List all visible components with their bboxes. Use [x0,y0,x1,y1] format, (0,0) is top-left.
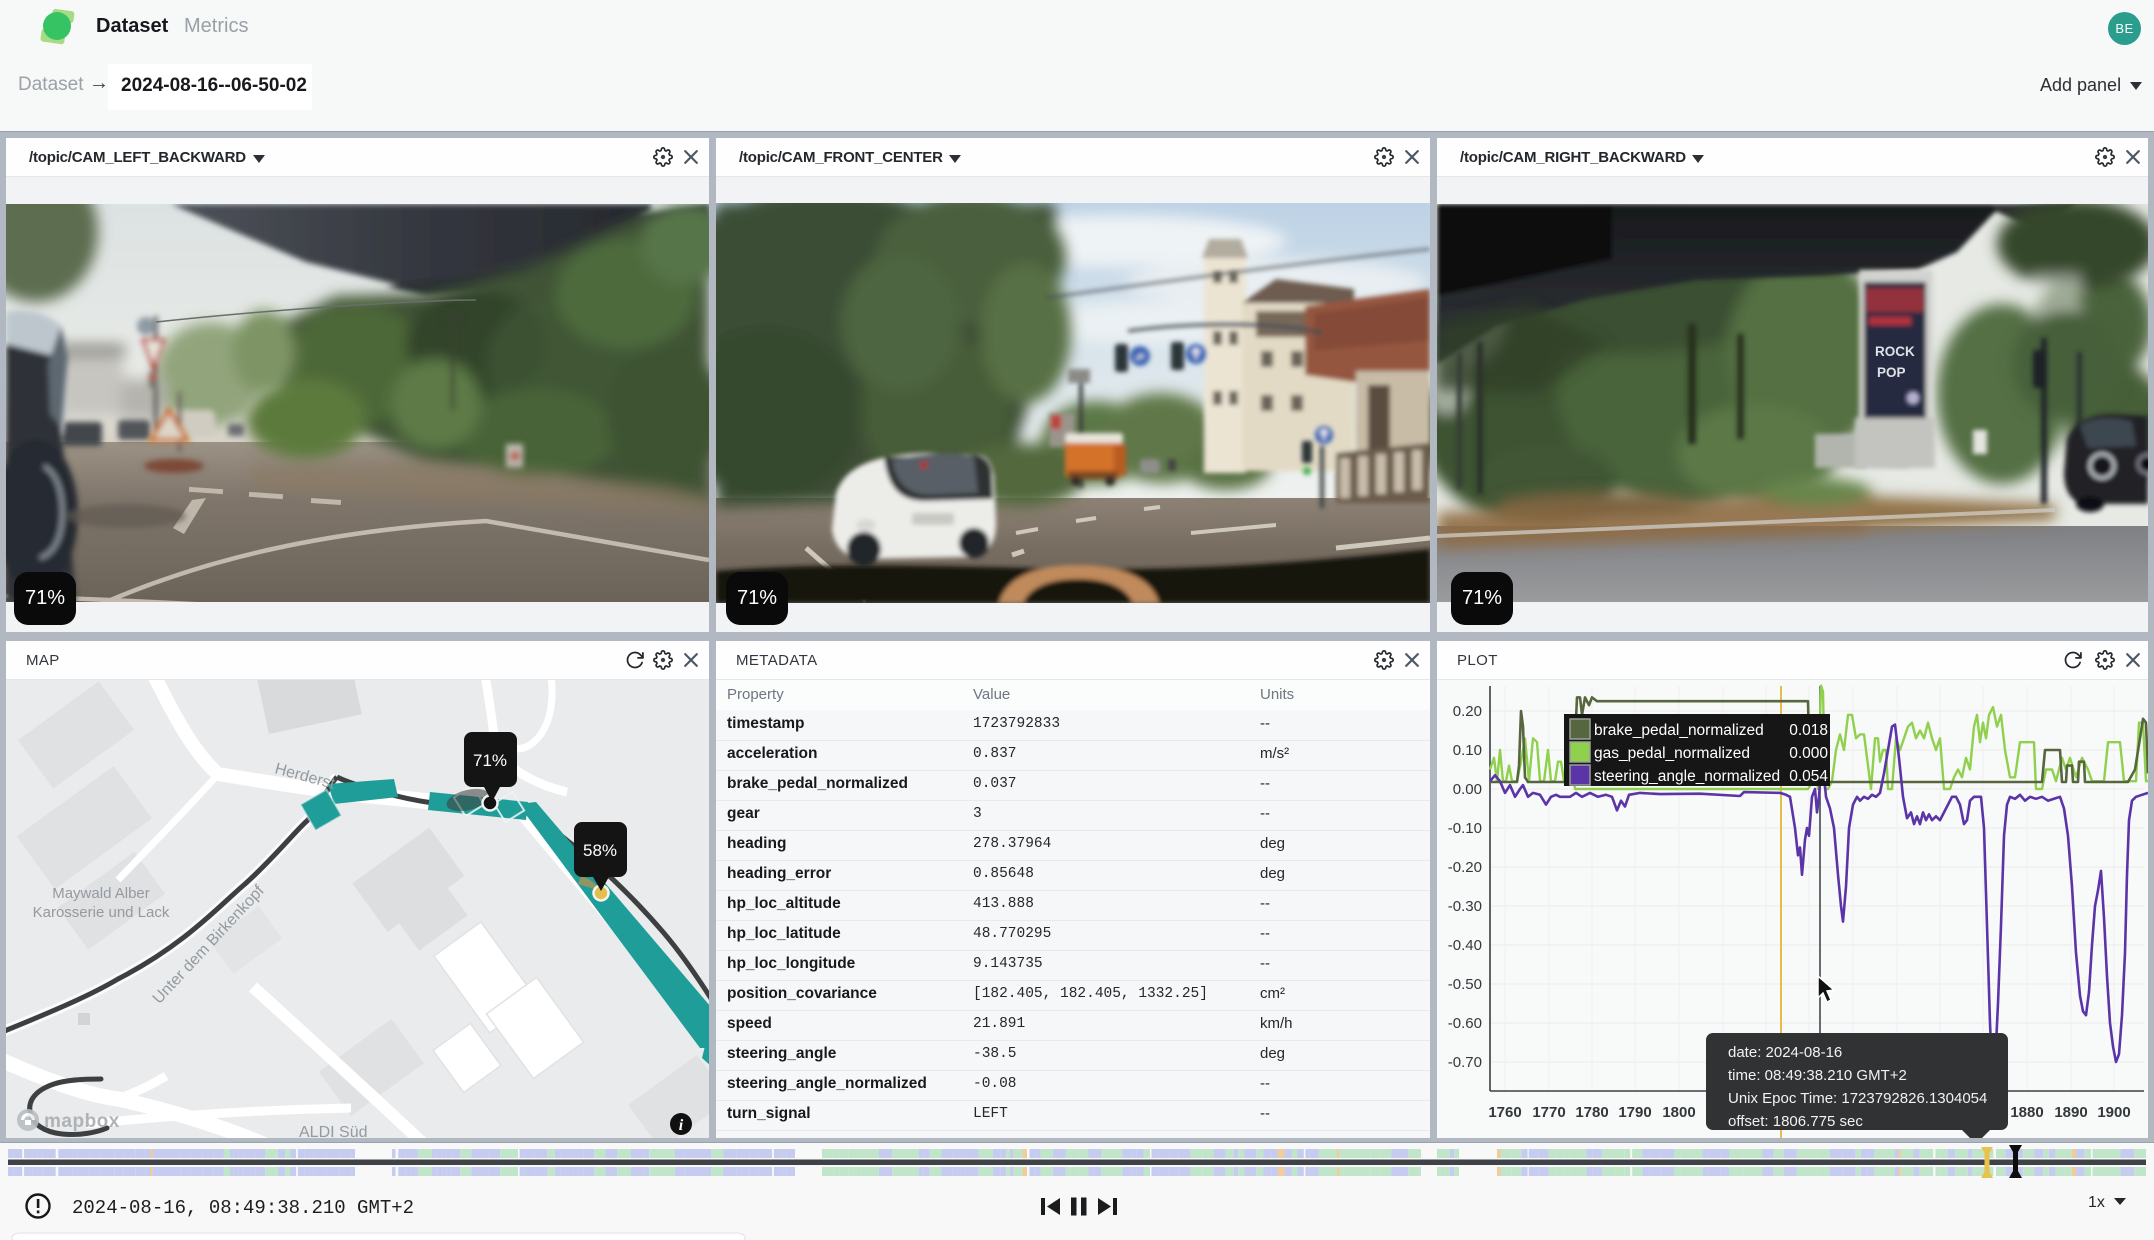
svg-text:71%: 71% [473,751,507,770]
svg-text:-0.60: -0.60 [1448,1015,1482,1032]
svg-text:brake_pedal_normalized: brake_pedal_normalized [1594,722,1764,739]
svg-text:-0.30: -0.30 [1448,898,1482,915]
svg-text:1790: 1790 [1618,1104,1651,1121]
svg-text:gas_pedal_normalized: gas_pedal_normalized [1594,745,1750,762]
svg-text:-0.10: -0.10 [1448,820,1482,837]
svg-text:0.00: 0.00 [1453,781,1482,798]
svg-text:Maywald Alber: Maywald Alber [52,885,150,902]
svg-text:-0.40: -0.40 [1448,937,1482,954]
svg-text:0.054: 0.054 [1789,768,1828,785]
svg-text:1900: 1900 [2097,1104,2130,1121]
svg-text:i: i [679,1117,684,1134]
svg-text:mapbox: mapbox [44,1111,120,1132]
svg-text:1760: 1760 [1488,1104,1521,1121]
svg-text:POP: POP [1877,365,1906,380]
svg-text:0.10: 0.10 [1453,742,1482,759]
svg-text:0.000: 0.000 [1789,745,1828,762]
svg-text:0.018: 0.018 [1789,722,1828,739]
svg-text:2024-08-16, 08:49:38.210 GMT+2: 2024-08-16, 08:49:38.210 GMT+2 [72,1197,414,1219]
svg-text:1880: 1880 [2010,1104,2043,1121]
svg-text:-0.50: -0.50 [1448,976,1482,993]
svg-text:0.20: 0.20 [1453,703,1482,720]
svg-text:offset: 1806.775 sec: offset: 1806.775 sec [1728,1113,1863,1130]
svg-text:ALDI Süd: ALDI Süd [299,1124,367,1138]
svg-text:Karosserie und Lack: Karosserie und Lack [33,904,170,921]
svg-text:1770: 1770 [1532,1104,1565,1121]
svg-text:time: 08:49:38.210 GMT+2: time: 08:49:38.210 GMT+2 [1728,1067,1907,1084]
svg-text:58%: 58% [583,841,617,860]
svg-text:1890: 1890 [2054,1104,2087,1121]
svg-text:1x: 1x [2088,1194,2105,1211]
svg-text:Unix Epoc Time: 1723792826.130: Unix Epoc Time: 1723792826.1304054 [1728,1090,1987,1107]
svg-text:date: 2024-08-16: date: 2024-08-16 [1728,1044,1842,1061]
svg-text:1780: 1780 [1575,1104,1608,1121]
svg-text:steering_angle_normalized: steering_angle_normalized [1594,768,1780,785]
svg-text:1800: 1800 [1662,1104,1695,1121]
svg-text:-0.20: -0.20 [1448,859,1482,876]
svg-text:-0.70: -0.70 [1448,1054,1482,1071]
svg-text:ROCK: ROCK [1875,344,1915,359]
